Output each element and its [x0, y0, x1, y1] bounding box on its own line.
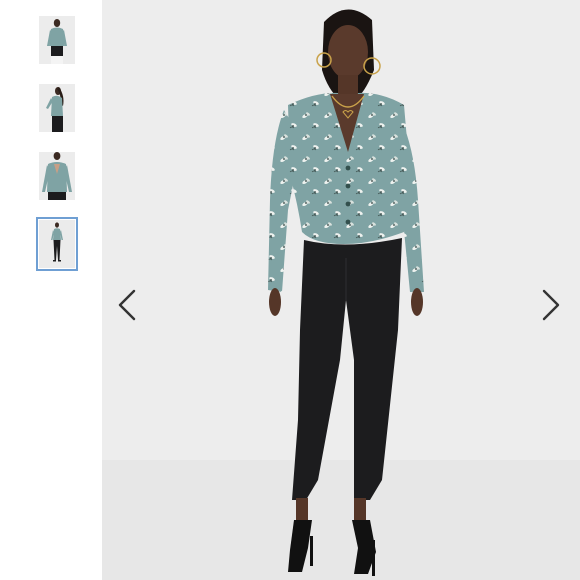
thumbnail-2-image	[39, 84, 75, 132]
thumbnail-4[interactable]	[36, 217, 78, 271]
thumbnail-3[interactable]	[39, 152, 75, 200]
thumbnail-3-image	[39, 152, 75, 200]
chevron-left-icon	[118, 289, 136, 321]
thumbnail-1-image	[39, 16, 75, 64]
prev-image-button[interactable]	[116, 287, 140, 323]
next-image-button[interactable]	[538, 287, 562, 323]
product-image	[102, 0, 580, 580]
model-figure	[268, 9, 424, 576]
thumbnail-1[interactable]	[39, 16, 75, 64]
thumbnail-rail	[0, 0, 102, 580]
chevron-right-icon	[542, 289, 560, 321]
thumbnail-4-image	[39, 220, 75, 268]
thumbnail-2[interactable]	[39, 84, 75, 132]
